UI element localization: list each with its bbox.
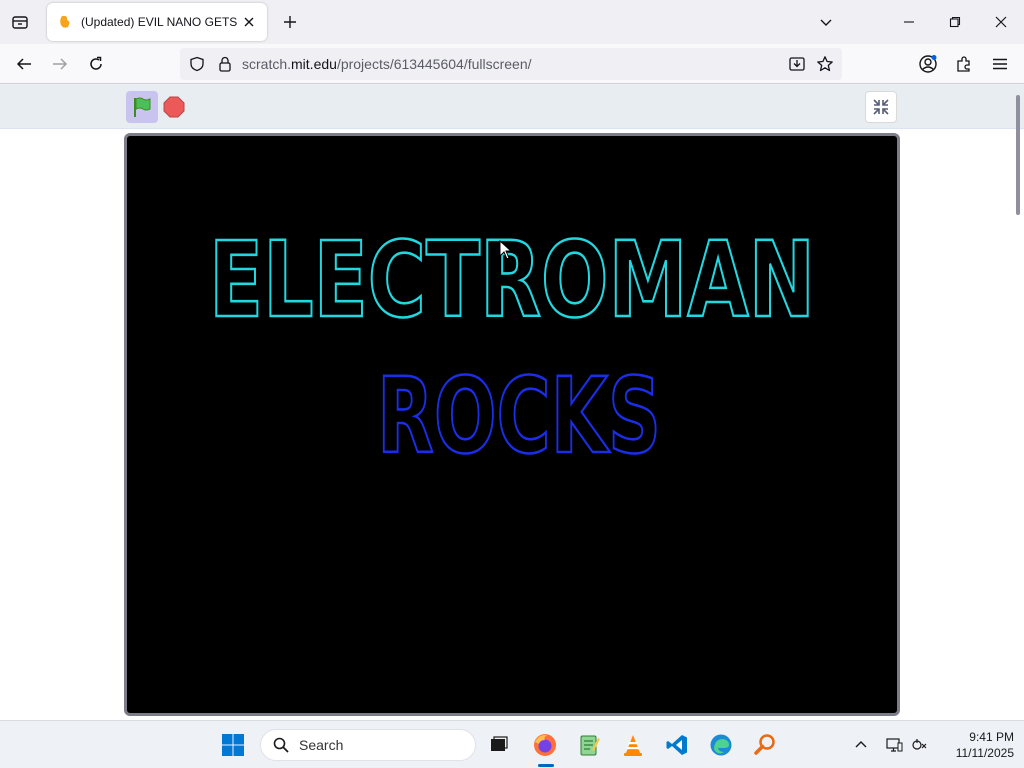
firefox-view-icon (12, 16, 28, 29)
tab-strip: (Updated) EVIL NANO GETS GR (0, 0, 1024, 44)
exit-fullscreen-button[interactable] (865, 91, 897, 123)
reload-icon[interactable] (82, 50, 110, 78)
green-flag-button[interactable] (126, 91, 158, 123)
forward-arrow-icon[interactable] (46, 50, 74, 78)
extensions-puzzle-icon[interactable] (950, 50, 978, 78)
url-domain: mit.edu (291, 56, 337, 72)
active-app-indicator (538, 764, 554, 767)
save-to-pocket-download-icon[interactable] (788, 55, 806, 73)
mouse-cursor-icon (499, 240, 513, 260)
vscode-taskbar-icon[interactable] (661, 729, 693, 761)
list-all-tabs-chevron-icon[interactable] (814, 10, 838, 34)
stage-canvas: ELECTROMAN ROCKS (208, 218, 817, 479)
restore-icon[interactable] (932, 0, 978, 44)
navigation-toolbar: scratch.mit.edu/projects/613445604/fulls… (0, 44, 1024, 84)
exit-fullscreen-icon (873, 99, 889, 115)
url-text[interactable]: scratch.mit.edu/projects/613445604/fulls… (242, 56, 532, 72)
clock-date: 11/11/2025 (955, 746, 1014, 760)
search-label: Search (299, 737, 344, 753)
taskbar-search-box[interactable]: Search (260, 729, 476, 761)
tab-active[interactable]: (Updated) EVIL NANO GETS GR (47, 3, 267, 41)
minimize-icon[interactable] (886, 0, 932, 44)
bookmark-star-icon[interactable] (816, 55, 834, 73)
scratch-favicon-icon (57, 14, 73, 30)
green-flag-icon (134, 97, 151, 117)
stage-title-line-2: ROCKS (377, 355, 661, 477)
firefox-taskbar-icon[interactable] (529, 729, 561, 761)
page-scrollbar[interactable] (1016, 95, 1020, 215)
taskbar-clock[interactable]: 9:41 PM 11/11/2025 (936, 729, 1014, 761)
notepad-taskbar-icon[interactable] (573, 729, 605, 761)
url-prefix: scratch. (242, 56, 292, 72)
scratch-fullscreen-page: ELECTROMAN ROCKS (0, 85, 1024, 720)
back-arrow-icon[interactable] (10, 50, 38, 78)
url-path: /projects/613445604/fullscreen/ (336, 56, 532, 72)
tracking-protection-shield-icon[interactable] (188, 55, 206, 73)
close-window-icon[interactable] (978, 0, 1024, 44)
url-bar[interactable]: scratch.mit.edu/projects/613445604/fulls… (180, 48, 842, 80)
stop-sign-icon (163, 96, 185, 118)
search-magnifier-app-taskbar-icon[interactable] (749, 729, 781, 761)
vlc-taskbar-icon[interactable] (617, 729, 649, 761)
firefox-view-button[interactable] (6, 8, 34, 36)
stage-title-line-1: ELECTROMAN (209, 219, 815, 341)
task-view-icon[interactable] (483, 729, 515, 761)
hamburger-menu-icon[interactable] (986, 50, 1014, 78)
search-icon (273, 737, 289, 753)
clock-time: 9:41 PM (969, 730, 1014, 744)
tab-close-icon[interactable] (239, 12, 259, 32)
stage-controls-bar (0, 85, 1024, 129)
account-avatar-icon[interactable] (914, 50, 942, 78)
network-power-tray-icon[interactable] (904, 729, 936, 761)
windows-taskbar: Search 9:41 PM 11/11/2025 (0, 720, 1024, 768)
edge-taskbar-icon[interactable] (705, 729, 737, 761)
tab-title: (Updated) EVIL NANO GETS GR (81, 15, 239, 29)
stop-button[interactable] (163, 96, 185, 118)
show-hidden-icons-chevron-icon[interactable] (845, 729, 877, 761)
project-stage[interactable]: ELECTROMAN ROCKS (124, 133, 900, 716)
start-windows-icon[interactable] (217, 729, 249, 761)
new-tab-icon[interactable] (278, 10, 302, 34)
lock-icon[interactable] (216, 55, 234, 73)
